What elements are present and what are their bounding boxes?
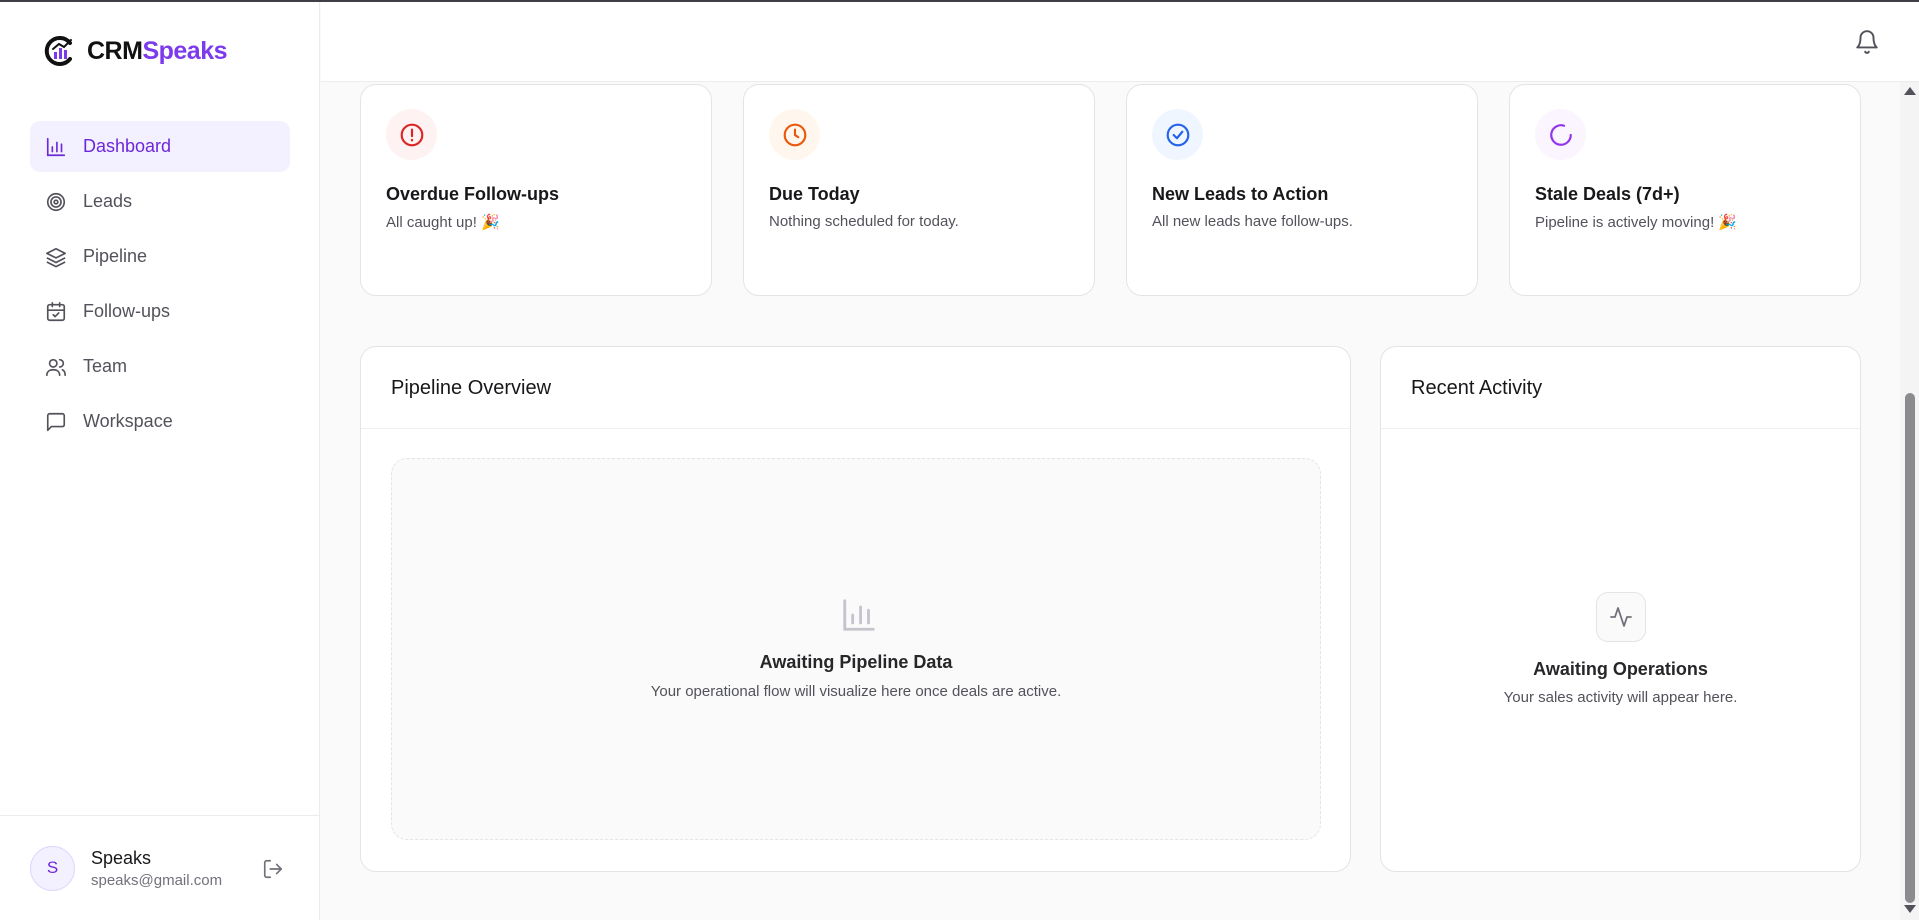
pipeline-overview-panel: Pipeline Overview Awaiting Pipeline Data… <box>360 346 1351 872</box>
user-meta: Speaks speaks@gmail.com <box>91 848 222 889</box>
stat-title: Overdue Follow-ups <box>386 184 560 204</box>
sidebar-item-label: Dashboard <box>83 136 172 156</box>
check-circle-icon <box>1152 109 1203 160</box>
users-icon <box>46 358 66 376</box>
stat-card-due-today[interactable]: Due Today Nothing scheduled for today. <box>743 84 1095 296</box>
panel-title: Recent Activity <box>1411 377 1543 399</box>
bell-icon[interactable] <box>1854 29 1880 55</box>
message-square-icon <box>46 412 66 431</box>
crm-logo-icon <box>44 36 72 66</box>
user-email: speaks@gmail.com <box>91 871 223 889</box>
scroll-down-arrow-icon[interactable] <box>1904 905 1916 913</box>
stat-subtitle: All new leads have follow-ups. <box>1152 213 1353 230</box>
sidebar-item-label: Follow-ups <box>83 301 171 321</box>
divider <box>361 428 1350 429</box>
window-top-border <box>0 0 1919 2</box>
user-name: Speaks <box>91 847 152 868</box>
sidebar-item-label: Leads <box>83 191 133 211</box>
empty-state-subtitle: Your operational flow will visualize her… <box>650 683 1062 700</box>
stat-card-overdue[interactable]: Overdue Follow-ups All caught up! 🎉 <box>360 84 712 296</box>
empty-state-title: Awaiting Pipeline Data <box>759 652 953 672</box>
empty-state-subtitle: Your sales activity will appear here. <box>1503 689 1738 706</box>
sidebar-item-label: Workspace <box>83 411 173 431</box>
user-profile: S Speaks speaks@gmail.com <box>0 815 320 920</box>
stat-title: Stale Deals (7d+) <box>1535 184 1680 204</box>
sidebar-item-workspace[interactable]: Workspace <box>30 396 290 447</box>
recent-activity-panel: Recent Activity Awaiting Operations Your… <box>1380 346 1861 872</box>
sidebar-item-label: Team <box>83 356 128 376</box>
loader-icon <box>1535 109 1586 160</box>
sidebar-item-leads[interactable]: Leads <box>30 176 290 227</box>
alert-circle-icon <box>386 109 437 160</box>
top-header <box>321 2 1919 82</box>
pipeline-empty-state: Awaiting Pipeline Data Your operational … <box>391 458 1321 840</box>
sidebar-item-label: Pipeline <box>83 246 148 266</box>
activity-icon <box>1596 592 1646 642</box>
sidebar: CRMSpeaks Dashboard Leads Pipeline Follo… <box>0 0 320 920</box>
bar-chart-icon <box>843 599 875 631</box>
sidebar-nav: Dashboard Leads Pipeline Follow-ups Team… <box>30 121 290 451</box>
brand-name: CRMSpeaks <box>87 36 227 65</box>
logout-icon[interactable] <box>262 858 284 880</box>
layers-icon <box>46 247 66 267</box>
scroll-up-arrow-icon[interactable] <box>1904 87 1916 95</box>
avatar[interactable]: S <box>30 845 75 891</box>
scrollbar-thumb[interactable] <box>1905 393 1915 903</box>
stat-title: New Leads to Action <box>1152 184 1329 204</box>
divider <box>1381 428 1860 429</box>
sidebar-item-team[interactable]: Team <box>30 341 290 392</box>
empty-state-title: Awaiting Operations <box>1533 659 1708 679</box>
stat-subtitle: All caught up! 🎉 <box>386 214 500 231</box>
panel-title: Pipeline Overview <box>391 377 552 399</box>
sidebar-item-follow-ups[interactable]: Follow-ups <box>30 286 290 337</box>
stat-subtitle: Nothing scheduled for today. <box>769 213 959 230</box>
stat-card-stale-deals[interactable]: Stale Deals (7d+) Pipeline is actively m… <box>1509 84 1861 296</box>
stat-card-new-leads[interactable]: New Leads to Action All new leads have f… <box>1126 84 1478 296</box>
calendar-check-icon <box>46 301 66 321</box>
bar-chart-icon <box>46 137 66 156</box>
clock-icon <box>769 109 820 160</box>
sidebar-item-pipeline[interactable]: Pipeline <box>30 231 290 282</box>
brand-logo[interactable]: CRMSpeaks <box>43 34 227 68</box>
target-icon <box>46 192 66 211</box>
stat-subtitle: Pipeline is actively moving! 🎉 <box>1535 214 1738 231</box>
sidebar-item-dashboard[interactable]: Dashboard <box>30 121 290 172</box>
stat-title: Due Today <box>769 184 860 204</box>
